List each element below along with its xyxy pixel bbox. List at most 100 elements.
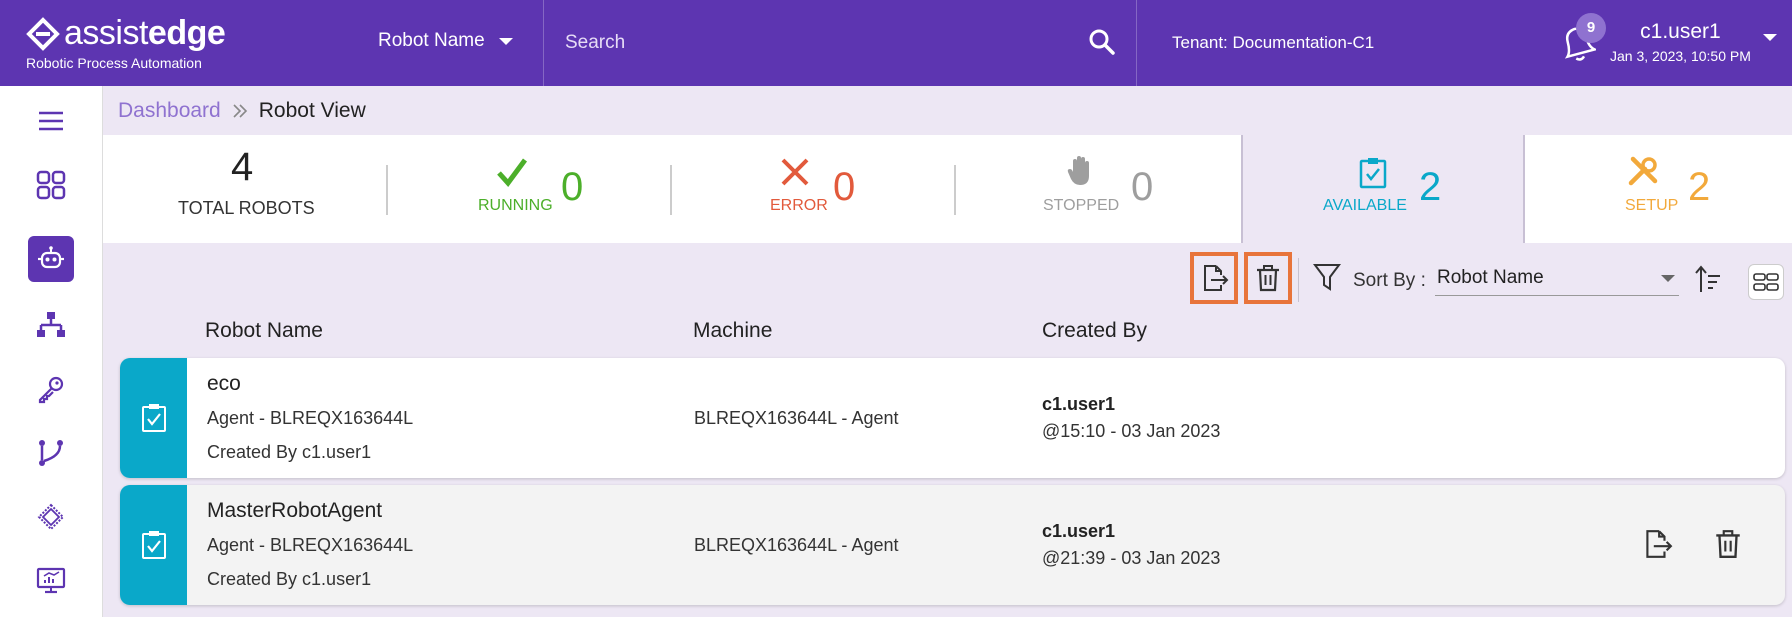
tenant-info: Tenant: Documentation-C1: [1172, 33, 1374, 53]
trash-icon: [1257, 265, 1279, 292]
hierarchy-icon: [37, 312, 65, 337]
chevron-down-icon: [1661, 275, 1675, 282]
stat-divider: [954, 165, 956, 215]
sidebar-item-components[interactable]: [28, 494, 74, 540]
robot-agent: Agent - BLREQX163644L: [207, 535, 414, 555]
sidebar-item-workflow[interactable]: [28, 430, 74, 476]
brand-mark-icon: [26, 16, 60, 51]
stat-stopped-label: STOPPED: [1043, 197, 1120, 214]
header-divider: [1136, 0, 1137, 86]
clipboard-check-icon: [1359, 158, 1387, 189]
notification-badge: 9: [1576, 13, 1606, 43]
robot-name[interactable]: eco: [207, 372, 241, 396]
tools-icon: [1628, 156, 1658, 186]
column-header-created-by[interactable]: Created By: [1042, 319, 1147, 343]
robot-machine: BLREQX163644L - Agent: [694, 535, 899, 555]
tenant-label: Tenant:: [1172, 33, 1228, 52]
clipboard-check-icon: [141, 531, 166, 559]
sidebar-menu-toggle[interactable]: [28, 98, 74, 144]
breadcrumb: Dashboard Robot View: [118, 99, 366, 123]
brand-name-light: assist: [64, 14, 148, 52]
brand-name-bold: edge: [147, 14, 226, 52]
robot-select-value: Robot Name: [378, 30, 485, 51]
double-chevron-right-icon: [233, 104, 247, 118]
hand-stop-icon: [1067, 156, 1089, 185]
table-row[interactable]: MasterRobotAgent Agent - BLREQX163644L C…: [120, 485, 1785, 605]
stat-setup[interactable]: SETUP 2: [1527, 135, 1792, 243]
stat-available-value: 2: [1419, 165, 1442, 209]
top-header: assist edge Robotic Process Automation Ro…: [0, 0, 1792, 86]
stat-setup-value: 2: [1688, 165, 1711, 209]
stat-total-robots[interactable]: 4 TOTAL ROBOTS: [103, 135, 383, 243]
stat-setup-label: SETUP: [1625, 197, 1679, 214]
user-datetime: Jan 3, 2023, 10:50 PM: [1610, 48, 1751, 64]
sort-ascending-icon[interactable]: [1694, 264, 1722, 294]
created-by-user: c1.user1: [1042, 521, 1116, 541]
key-icon: [38, 376, 64, 404]
stat-available-label: AVAILABLE: [1323, 197, 1407, 214]
check-icon: [497, 158, 528, 187]
robot-agent: Agent - BLREQX163644L: [207, 408, 414, 428]
workflow-icon: [39, 440, 63, 466]
view-toggle-button[interactable]: [1748, 264, 1784, 300]
sort-by-select[interactable]: Robot Name: [1435, 263, 1679, 296]
sidebar-item-robots[interactable]: [28, 236, 74, 282]
chevron-down-icon: [498, 37, 513, 45]
close-icon: [781, 158, 809, 186]
delete-selected-button[interactable]: [1244, 252, 1292, 304]
clipboard-check-icon: [141, 404, 166, 432]
breadcrumb-dashboard-link[interactable]: Dashboard: [118, 99, 221, 123]
stat-divider: [670, 165, 672, 215]
created-at: @15:10 - 03 Jan 2023: [1042, 421, 1221, 441]
stat-available[interactable]: AVAILABLE 2: [1241, 135, 1525, 243]
brand-subtitle: Robotic Process Automation: [26, 55, 202, 71]
created-by-user: c1.user1: [1042, 394, 1116, 414]
user-chevron-down-icon[interactable]: [1763, 34, 1777, 41]
sidebar-item-reports[interactable]: [28, 558, 74, 604]
monitor-chart-icon: [36, 567, 66, 594]
search-icon[interactable]: [1088, 28, 1116, 56]
dashboard-grid-icon: [36, 170, 66, 200]
robot-icon: [38, 246, 64, 269]
column-header-robot-name[interactable]: Robot Name: [205, 319, 323, 343]
robot-name-select[interactable]: Robot Name: [378, 30, 513, 52]
sidebar: [0, 86, 103, 617]
stat-stopped[interactable]: STOPPED 0: [957, 135, 1237, 243]
tenant-value: Documentation-C1: [1232, 33, 1375, 52]
user-menu[interactable]: c1.user1 Jan 3, 2023, 10:50 PM: [1610, 20, 1751, 64]
brand-logo[interactable]: assist edge Robotic Process Automation: [26, 14, 226, 71]
column-header-machine[interactable]: Machine: [693, 319, 772, 343]
robot-created-by: Created By c1.user1: [207, 442, 372, 462]
sidebar-item-dashboard[interactable]: [28, 162, 74, 208]
stat-running-value: 0: [561, 165, 584, 209]
trash-icon[interactable]: [1712, 527, 1744, 561]
table-row[interactable]: eco Agent - BLREQX163644L Created By c1.…: [120, 358, 1785, 478]
row-status-strip: [120, 485, 187, 605]
stat-error-label: ERROR: [770, 197, 828, 214]
user-name: c1.user1: [1640, 20, 1721, 43]
robot-name[interactable]: MasterRobotAgent: [207, 499, 382, 523]
row-status-strip: [120, 358, 187, 478]
search-input[interactable]: [565, 28, 1065, 58]
robot-created-by: Created By c1.user1: [207, 569, 372, 589]
search-box: [543, 0, 1136, 86]
sidebar-item-hierarchy[interactable]: [28, 302, 74, 348]
menu-icon: [39, 111, 63, 131]
stat-error-value: 0: [833, 165, 856, 209]
export-icon: [1204, 265, 1229, 291]
export-selected-button[interactable]: [1190, 252, 1238, 304]
export-icon[interactable]: [1641, 527, 1673, 561]
stat-error[interactable]: ERROR 0: [673, 135, 953, 243]
filter-icon[interactable]: [1313, 262, 1341, 292]
stat-total-label: TOTAL ROBOTS: [178, 198, 315, 218]
stat-running[interactable]: RUNNING 0: [389, 135, 669, 243]
sort-by-label: Sort By :: [1353, 270, 1426, 291]
created-at: @21:39 - 03 Jan 2023: [1042, 548, 1221, 568]
sidebar-item-credentials[interactable]: [28, 366, 74, 412]
stat-total-value: 4: [231, 145, 254, 189]
sort-by-value: Robot Name: [1437, 267, 1544, 288]
list-view-icon: [1753, 273, 1779, 291]
chip-icon: [37, 503, 65, 531]
toolbar-divider: [1298, 258, 1299, 302]
stat-divider: [386, 165, 388, 215]
